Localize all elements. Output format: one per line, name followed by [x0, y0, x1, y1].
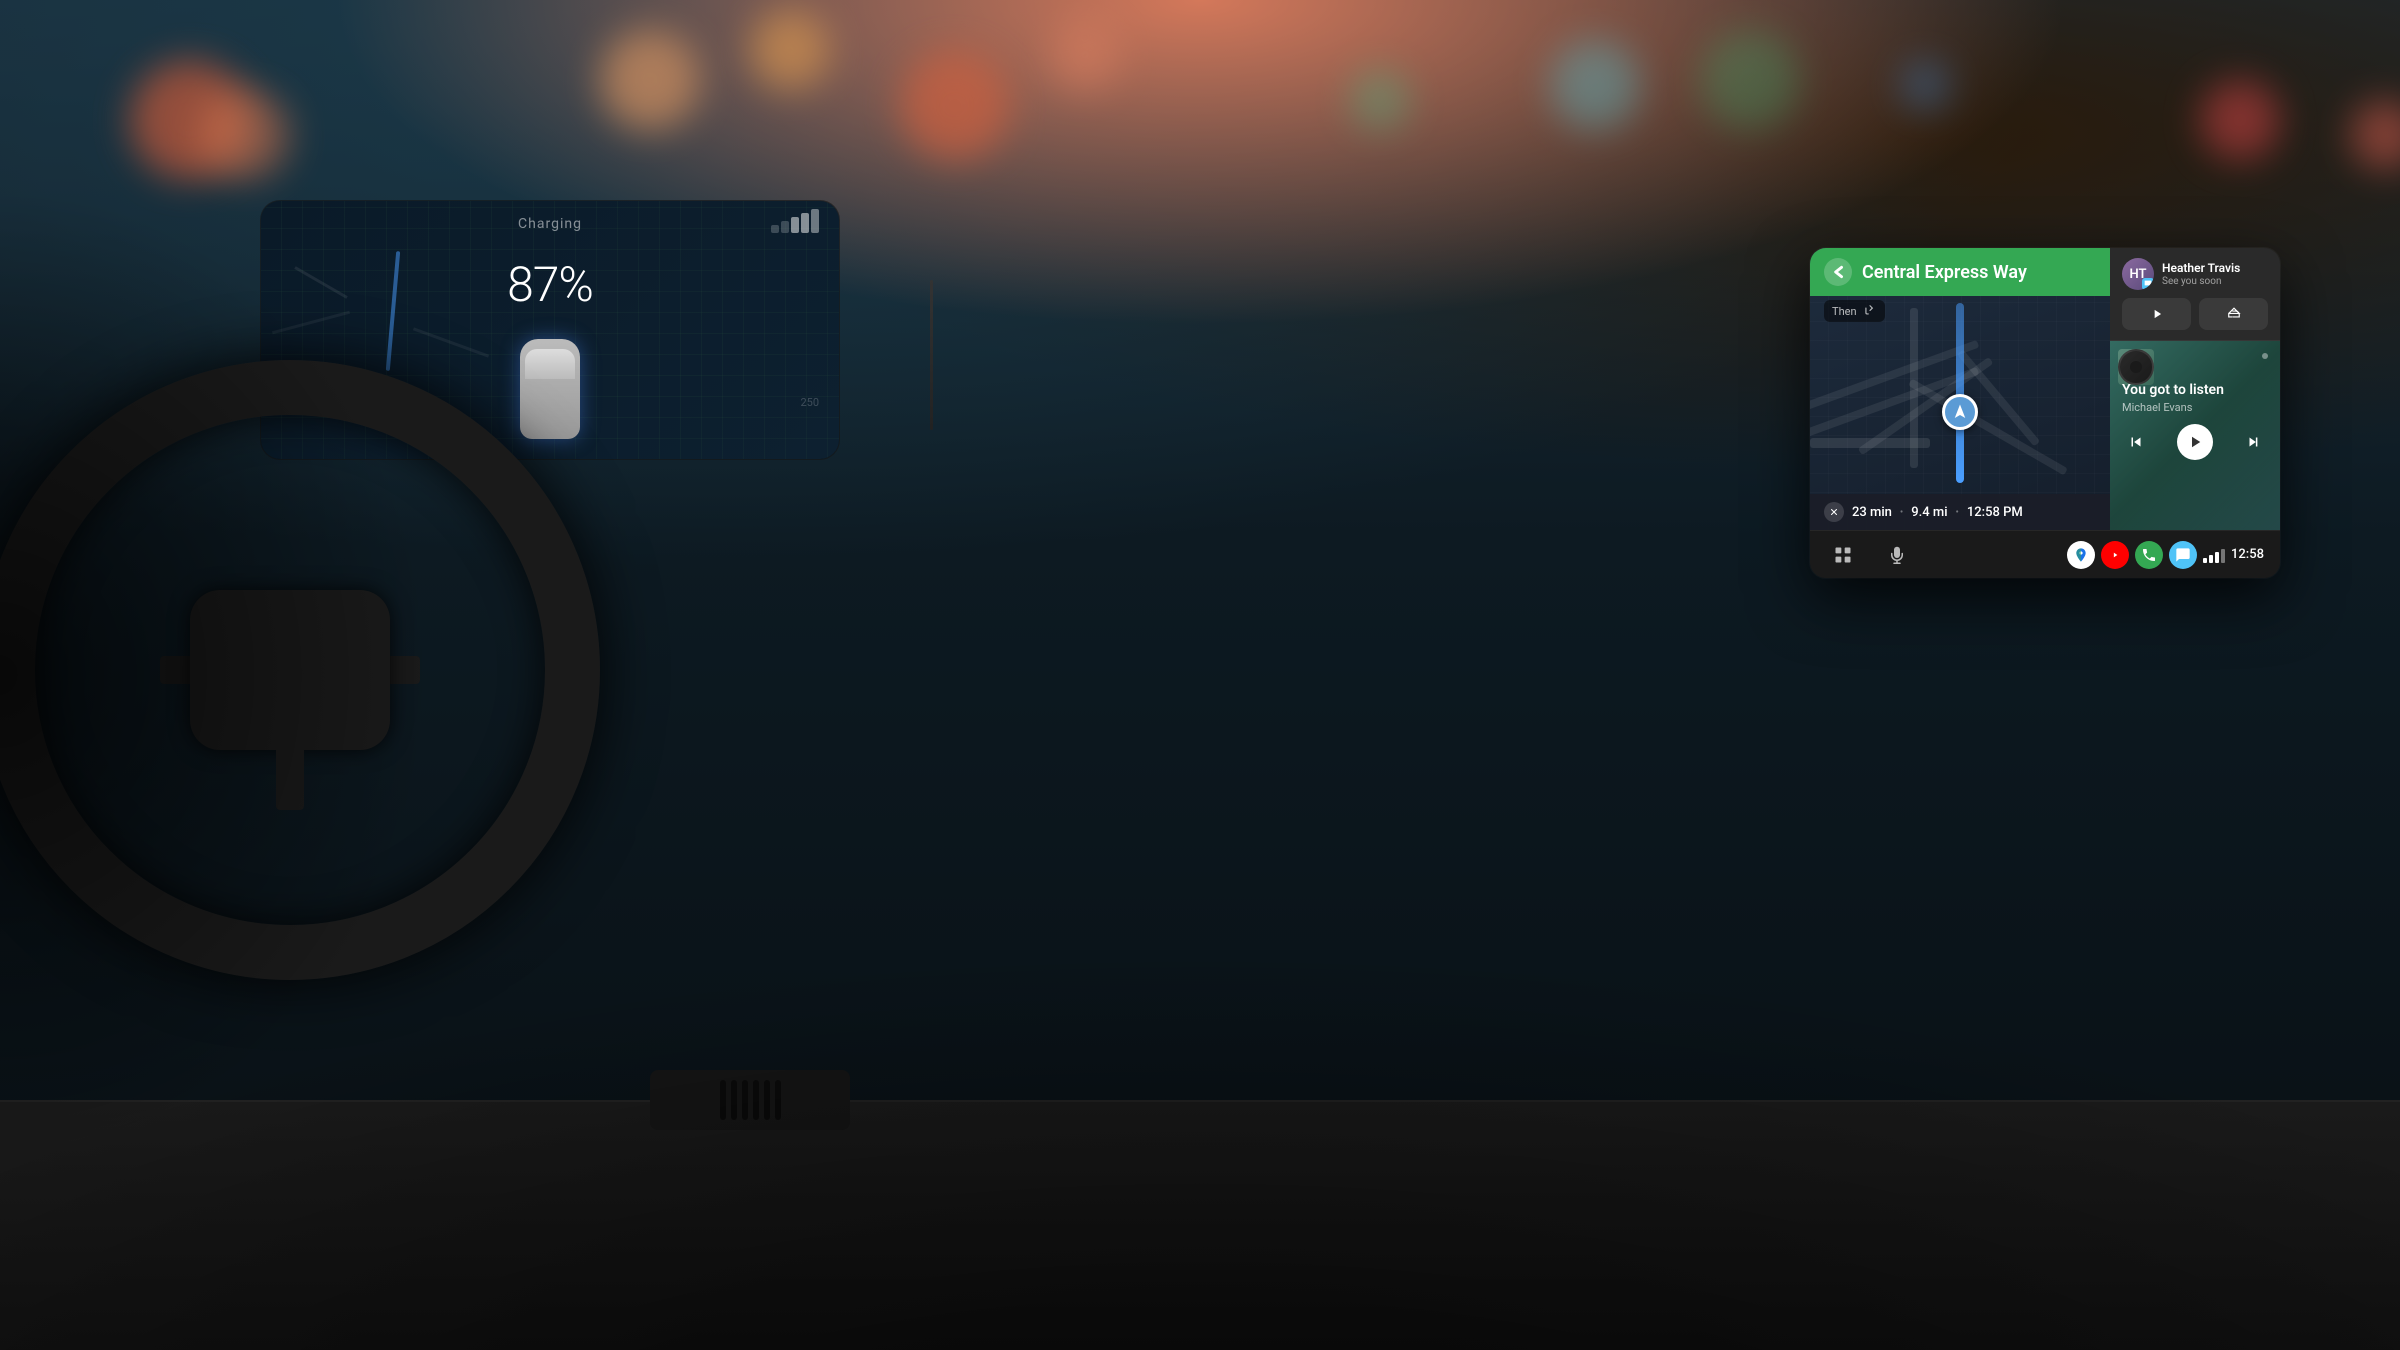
next-track-button[interactable]	[2240, 428, 2268, 456]
scene: 150 250 Charging 87%	[0, 0, 2400, 1350]
right-panel: HT Heather Travis See you soon	[2110, 248, 2280, 530]
eta-minutes: 23 min	[1852, 505, 1892, 520]
play-icon	[2150, 307, 2164, 321]
current-location-marker	[1942, 394, 1978, 430]
taskbar-right: 12:58	[2067, 541, 2264, 569]
android-auto-screen: Central Express Way Then	[1810, 248, 2280, 578]
youtube-music-button[interactable]	[2101, 541, 2129, 569]
close-icon	[1829, 507, 1839, 517]
music-info: You got to listen Michael Evans	[2122, 381, 2268, 414]
system-time: 12:58	[2231, 547, 2264, 562]
message-app-badge	[2142, 278, 2154, 290]
bokeh-11	[1900, 60, 1950, 110]
phone-button[interactable]	[2135, 541, 2163, 569]
messages-button[interactable]	[2169, 541, 2197, 569]
bokeh-10	[1700, 30, 1800, 130]
contact-avatar: HT	[2122, 258, 2154, 290]
play-pause-button[interactable]	[2177, 424, 2213, 460]
reply-message-button[interactable]	[2199, 298, 2268, 330]
message-card: HT Heather Travis See you soon	[2110, 248, 2280, 341]
grid-icon	[1833, 545, 1853, 565]
microphone-icon	[1888, 545, 1906, 565]
navigation-arrow-icon	[1951, 403, 1969, 421]
phone-icon	[2141, 547, 2157, 563]
maps-app-button[interactable]	[2067, 541, 2095, 569]
skip-next-icon	[2245, 433, 2263, 451]
close-route-button[interactable]	[1824, 502, 1844, 522]
taskbar: 12:58	[1810, 530, 2280, 578]
message-preview: See you soon	[2162, 276, 2240, 287]
dashboard-surface	[0, 1100, 2400, 1350]
bokeh-7	[1350, 70, 1410, 130]
play-pause-icon	[2186, 433, 2204, 451]
prev-track-button[interactable]	[2122, 428, 2150, 456]
taskbar-left	[1826, 538, 1914, 572]
signal-indicator	[2203, 547, 2225, 563]
messages-icon	[2175, 547, 2191, 563]
message-icon-small	[2144, 280, 2152, 288]
music-card: You got to listen Michael Evans	[2110, 341, 2280, 530]
play-message-button[interactable]	[2122, 298, 2191, 330]
turn-left-icon	[1824, 258, 1852, 286]
bokeh-9	[2200, 80, 2280, 160]
message-actions	[2122, 298, 2268, 330]
youtube-icon	[2108, 548, 2122, 562]
skip-prev-icon	[2127, 433, 2145, 451]
music-status-dot	[2262, 353, 2268, 359]
apps-button[interactable]	[1826, 538, 1860, 572]
map-bottom-bar: 23 min • 9.4 mi • 12:58 PM	[1810, 494, 2110, 530]
center-divider	[930, 280, 933, 430]
bokeh-5	[900, 50, 1010, 160]
battery-percent: 87%	[507, 256, 593, 313]
bokeh-6	[1050, 20, 1120, 90]
music-controls	[2122, 424, 2268, 460]
charging-label: Charging	[518, 216, 582, 232]
bokeh-3	[600, 30, 700, 130]
track-title: You got to listen	[2122, 381, 2268, 399]
mic-button[interactable]	[1880, 538, 1914, 572]
then-label: Then	[1832, 305, 1857, 318]
track-artist: Michael Evans	[2122, 401, 2268, 414]
nav-header: Central Express Way	[1810, 248, 2110, 296]
steering-wheel	[0, 320, 640, 1020]
air-vent	[650, 1070, 850, 1130]
reply-icon	[2227, 307, 2241, 321]
eta-arrival: 12:58 PM	[1967, 505, 2023, 520]
bokeh-8	[1550, 40, 1640, 130]
eta-distance: 9.4 mi	[1911, 505, 1947, 520]
maps-icon	[2073, 547, 2089, 563]
bokeh-4	[750, 10, 830, 90]
bokeh-2	[200, 90, 290, 180]
contact-name: Heather Travis	[2162, 261, 2240, 275]
nav-then: Then	[1824, 300, 1885, 322]
nav-street-name: Central Express Way	[1862, 262, 2096, 283]
then-turn-icon	[1863, 304, 1877, 318]
map-panel[interactable]: Central Express Way Then	[1810, 248, 2110, 530]
